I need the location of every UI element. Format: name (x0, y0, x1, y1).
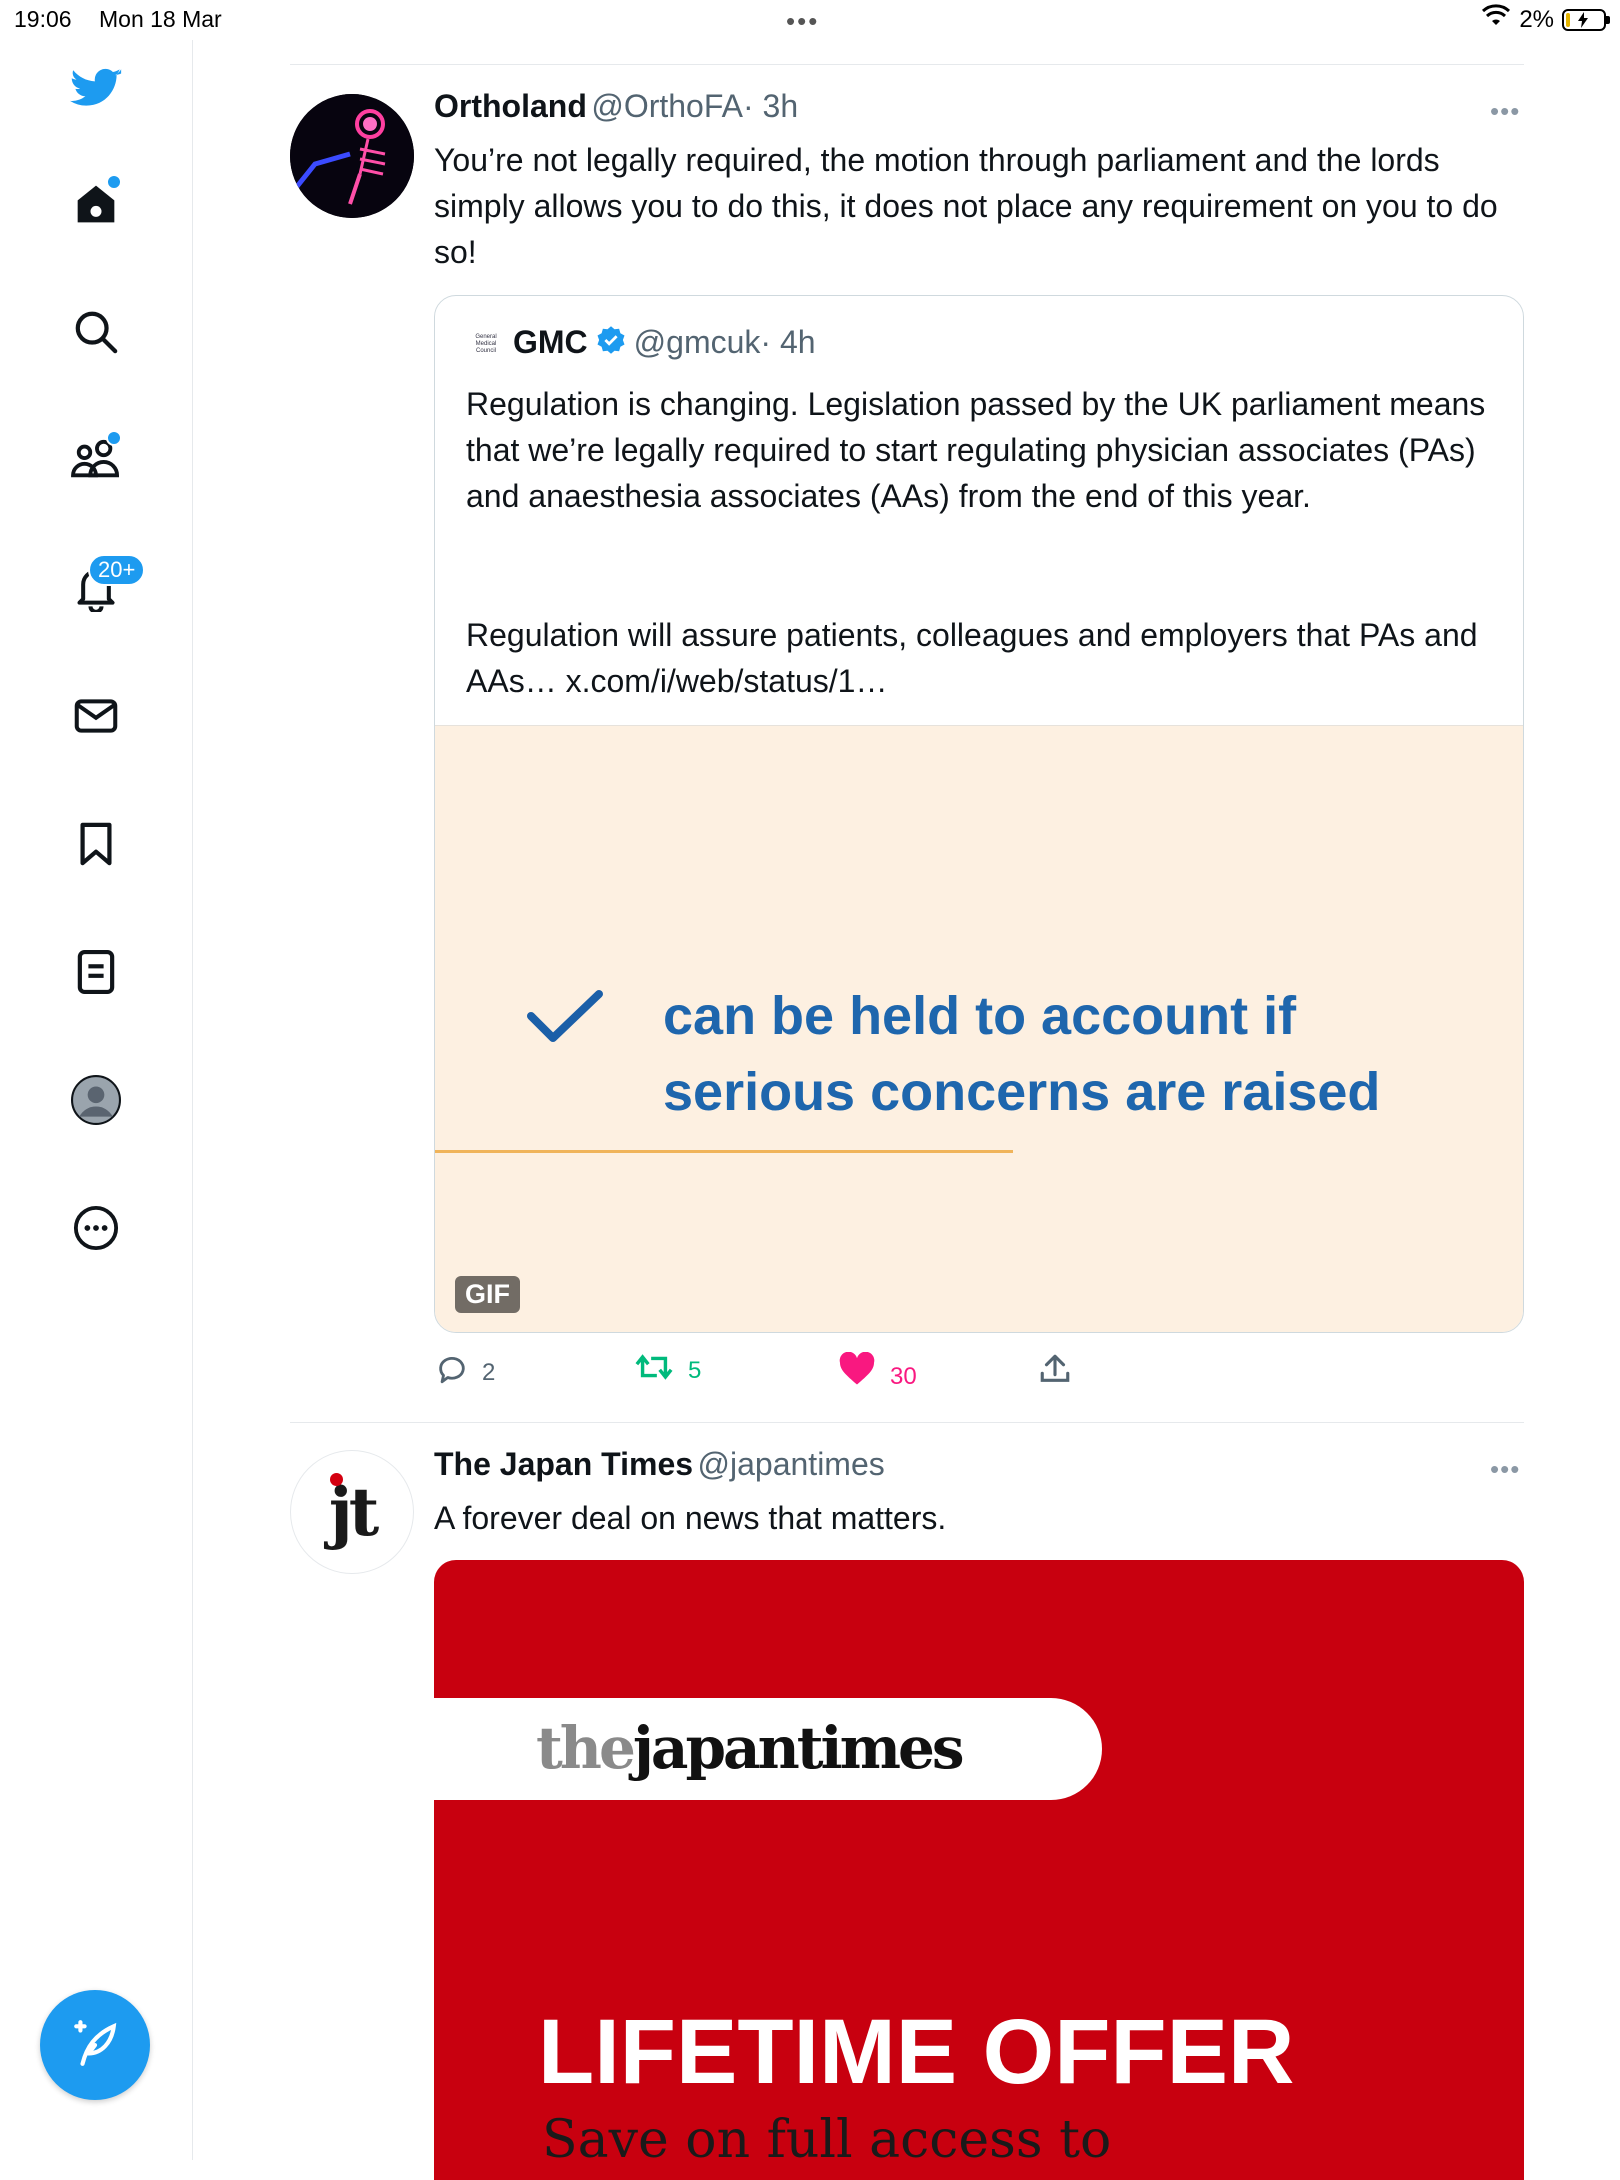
quote-text-p2: Regulation will assure patients, colleag… (466, 617, 1478, 699)
home-notification-dot (106, 174, 122, 190)
quote-text-p1: Regulation is changing. Legislation pass… (466, 386, 1486, 514)
like-count: 30 (890, 1362, 917, 1390)
retweet-icon (634, 1352, 674, 1389)
gmc-logo: General Medical Council (475, 334, 497, 354)
tweet-2-header: The Japan Times @japantimes (434, 1446, 885, 1483)
bird-logo-icon[interactable] (66, 60, 126, 120)
tweet-1-header: Ortholand @OrthoFA· 3h (434, 88, 798, 125)
quote-name: GMC (513, 324, 588, 360)
ad-subline: Save on full access to (542, 2110, 1112, 2170)
tweet-2-text: A forever deal on news that matters. (434, 1500, 947, 1536)
ad-logo-pill: thejapantimes (434, 1698, 1102, 1800)
sidebar-divider (192, 40, 193, 2160)
communities-notification-dot (106, 430, 122, 446)
profile-avatar-icon[interactable] (66, 1070, 126, 1130)
battery-icon (1562, 8, 1610, 31)
share-button[interactable] (1038, 1352, 1072, 1393)
tweet-divider (290, 1422, 1524, 1423)
tweet-2-handle[interactable]: @japantimes (698, 1446, 885, 1482)
japantimes-avatar[interactable]: jt (290, 1450, 414, 1574)
ad-media[interactable]: thejapantimes LIFETIME OFFER Save on ful… (434, 1560, 1524, 2180)
retweet-button[interactable]: 5 (634, 1352, 701, 1389)
share-icon (1038, 1354, 1072, 1392)
tweet-2-more-icon[interactable]: ••• (1490, 1454, 1520, 1485)
tweet-1-actions: 2 5 30 (434, 1351, 1134, 1393)
tweet-1-name[interactable]: Ortholand (434, 88, 587, 124)
quote-handle: @gmcuk (633, 324, 761, 360)
checkmark-icon (525, 986, 605, 1051)
tweet-1-text: You’re not legally required, the motion … (434, 142, 1498, 270)
tweet-1-handle[interactable]: @OrthoFA (591, 88, 743, 124)
gif-badge: GIF (455, 1276, 520, 1313)
tweet-1-more-icon[interactable]: ••• (1490, 96, 1520, 127)
lists-icon[interactable] (66, 942, 126, 1002)
quote-gif-media[interactable]: can be held to account if serious concer… (435, 725, 1523, 1332)
quote-header: GMC @gmcuk · 4h (513, 324, 816, 361)
battery-percent: 2% (1519, 5, 1554, 33)
logo-japan: japan (632, 1714, 800, 1782)
tweet-2-name[interactable]: The Japan Times (434, 1446, 693, 1482)
reply-icon (434, 1352, 470, 1393)
feed-top-divider (290, 64, 1524, 65)
communities-icon[interactable] (66, 430, 126, 490)
reply-button[interactable]: 2 (434, 1352, 495, 1393)
like-button[interactable]: 30 (838, 1351, 917, 1393)
gif-caption-line-2: serious concerns are raised (663, 1062, 1381, 1122)
logo-the: the (536, 1714, 636, 1782)
quote-time: · 4h (760, 324, 816, 360)
compose-feather-icon (70, 2018, 120, 2073)
quoted-tweet[interactable]: General Medical Council GMC @gmcuk · 4h R… (434, 295, 1524, 1333)
notifications-badge: 20+ (88, 554, 146, 586)
status-date: Mon 18 Mar (99, 6, 222, 32)
status-right: 2% (1481, 4, 1610, 35)
tweet-1-time[interactable]: · 3h (743, 88, 798, 124)
avatar-red-dot (330, 1473, 343, 1486)
ad-headline: LIFETIME OFFER (538, 2001, 1295, 2103)
verified-badge-icon (596, 325, 626, 360)
home-icon[interactable] (66, 174, 126, 234)
wifi-icon (1481, 4, 1511, 35)
japantimes-logo: thejapantimes (536, 1714, 965, 1782)
multitasking-dots[interactable]: ••• (786, 6, 819, 37)
compose-button[interactable] (40, 1990, 150, 2100)
gif-caption-line-1: can be held to account if (663, 986, 1297, 1046)
mail-icon[interactable] (66, 686, 126, 746)
logo-times: times (796, 1714, 965, 1782)
ortholand-avatar[interactable] (290, 94, 414, 218)
search-icon[interactable] (66, 302, 126, 362)
retweet-count: 5 (688, 1356, 702, 1384)
status-time: 19:06 (14, 6, 72, 32)
bell-icon[interactable]: 20+ (66, 554, 146, 618)
bookmark-icon[interactable] (66, 814, 126, 874)
reply-count: 2 (482, 1358, 496, 1386)
gif-progress-line (435, 1150, 1013, 1153)
heart-icon (838, 1351, 876, 1393)
more-circle-icon[interactable] (66, 1198, 126, 1258)
